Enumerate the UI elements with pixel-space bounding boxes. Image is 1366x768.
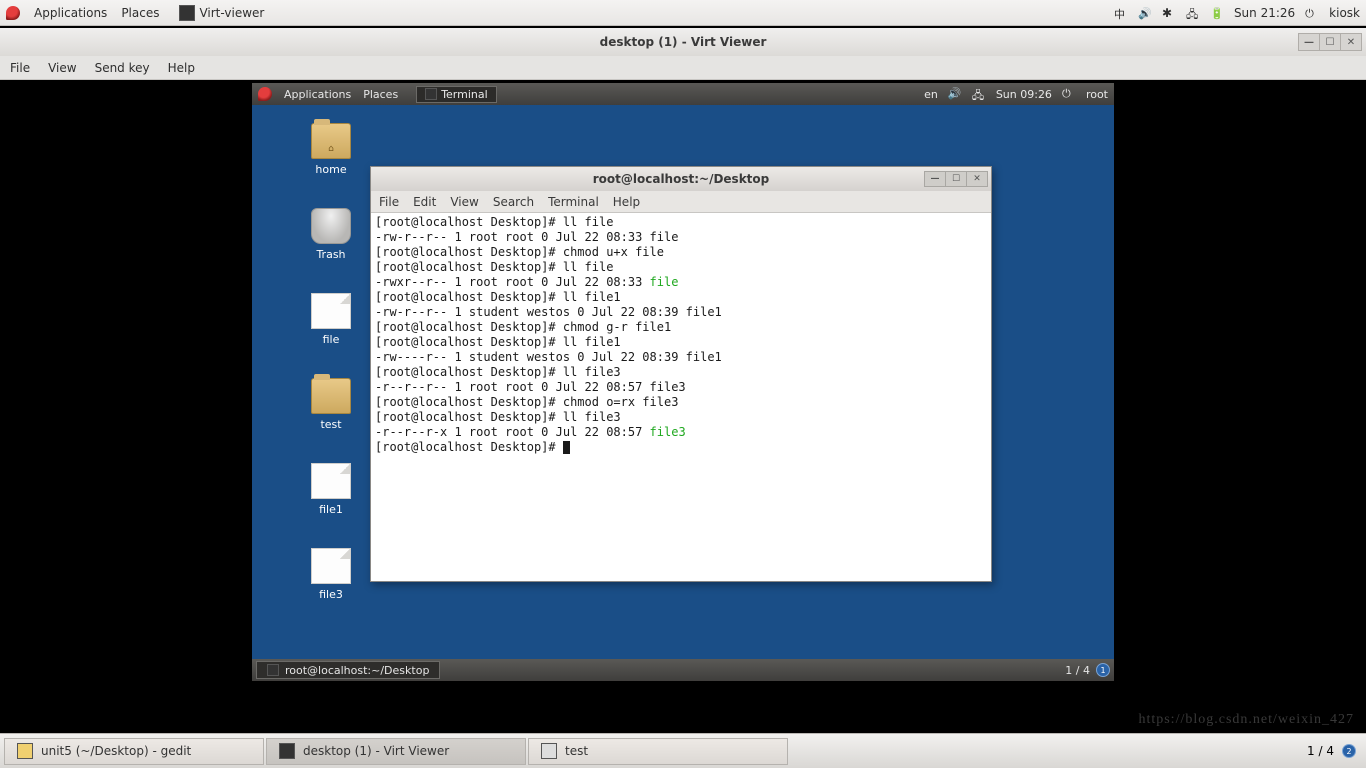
virt-viewer-window: desktop (1) - Virt Viewer — ☐ ✕ File Vie… — [0, 28, 1366, 733]
guest-distro-icon — [258, 87, 272, 101]
outer-workspace-switcher[interactable]: 2 — [1342, 744, 1356, 758]
file-manager-icon — [541, 743, 557, 759]
virt-viewer-icon — [279, 743, 295, 759]
virt-viewer-display[interactable]: Applications Places Terminal en Sun 09:2… — [0, 80, 1366, 733]
watermark-text: https://blog.csdn.net/weixin_427 — [1138, 712, 1354, 728]
places-menu[interactable]: Places — [121, 6, 159, 20]
guest-bottom-panel: root@localhost:~/Desktop 1 / 4 1 — [252, 659, 1114, 681]
taskbar-item-virt-viewer-label: desktop (1) - Virt Viewer — [303, 744, 449, 758]
menu-help[interactable]: Help — [168, 61, 195, 75]
terminal-icon — [425, 88, 437, 100]
terminal-output[interactable]: [root@localhost Desktop]# ll file-rw-r--… — [371, 213, 991, 581]
username-label[interactable]: kiosk — [1329, 6, 1360, 20]
desktop-icon-file1[interactable]: file1 — [296, 463, 366, 516]
guest-task-terminal[interactable]: Terminal — [416, 86, 497, 103]
desktop-icon-file3-label: file3 — [319, 588, 343, 601]
guest-task-terminal-label: Terminal — [441, 88, 488, 101]
taskbar-item-gedit-label: unit5 (~/Desktop) - gedit — [41, 744, 191, 758]
terminal-menu-view[interactable]: View — [450, 195, 478, 209]
outer-taskbar: unit5 (~/Desktop) - gedit desktop (1) - … — [0, 733, 1366, 768]
desktop-icon-test[interactable]: test — [296, 378, 366, 431]
guest-username-label[interactable]: root — [1086, 88, 1108, 101]
applications-menu[interactable]: Applications — [34, 6, 107, 20]
distro-icon — [6, 6, 20, 20]
menu-view[interactable]: View — [48, 61, 76, 75]
terminal-menu-edit[interactable]: Edit — [413, 195, 436, 209]
terminal-title: root@localhost:~/Desktop — [593, 172, 770, 186]
guest-taskbar-terminal[interactable]: root@localhost:~/Desktop — [256, 661, 440, 679]
desktop-icon-test-label: test — [320, 418, 341, 431]
menu-sendkey[interactable]: Send key — [95, 61, 150, 75]
desktop-icon-trash[interactable]: Trash — [296, 208, 366, 261]
guest-power-icon[interactable] — [1062, 87, 1076, 101]
terminal-window: root@localhost:~/Desktop — ☐ ✕ File Edit… — [370, 166, 992, 582]
outer-gnome-panel: Applications Places Virt-viewer Sun 21:2… — [0, 0, 1366, 26]
desktop-icon-file[interactable]: file — [296, 293, 366, 346]
guest-places-menu[interactable]: Places — [363, 88, 398, 101]
network-icon[interactable] — [1186, 6, 1200, 20]
terminal-minimize-button[interactable]: — — [924, 171, 946, 187]
trash-icon — [311, 208, 351, 244]
bluetooth-icon[interactable] — [1162, 6, 1176, 20]
terminal-icon — [267, 664, 279, 676]
file-icon — [311, 293, 351, 329]
desktop-icon-file1-label: file1 — [319, 503, 343, 516]
taskbar-item-test-label: test — [565, 744, 588, 758]
terminal-close-button[interactable]: ✕ — [966, 171, 988, 187]
guest-vm-screen: Applications Places Terminal en Sun 09:2… — [252, 83, 1114, 681]
desktop-icon-file3[interactable]: file3 — [296, 548, 366, 601]
file-icon — [311, 463, 351, 499]
volume-icon[interactable] — [1138, 6, 1152, 20]
maximize-button[interactable]: ☐ — [1319, 33, 1341, 51]
terminal-menu-file[interactable]: File — [379, 195, 399, 209]
guest-desktop-area[interactable]: ⌂ home Trash file test file1 — [252, 105, 1114, 681]
folder-icon — [311, 378, 351, 414]
virt-viewer-menubar: File View Send key Help — [0, 56, 1366, 80]
file-icon — [311, 548, 351, 584]
desktop-icon-home-label: home — [315, 163, 346, 176]
desktop-icon-trash-label: Trash — [316, 248, 345, 261]
terminal-menu-terminal[interactable]: Terminal — [548, 195, 599, 209]
guest-input-method[interactable]: en — [924, 88, 938, 101]
menu-file[interactable]: File — [10, 61, 30, 75]
terminal-maximize-button[interactable]: ☐ — [945, 171, 967, 187]
terminal-titlebar[interactable]: root@localhost:~/Desktop — ☐ ✕ — [371, 167, 991, 191]
power-icon[interactable] — [1305, 6, 1319, 20]
taskbar-virt-viewer-launcher[interactable]: Virt-viewer — [179, 5, 264, 21]
virt-viewer-titlebar[interactable]: desktop (1) - Virt Viewer — ☐ ✕ — [0, 28, 1366, 56]
guest-network-icon[interactable] — [972, 87, 986, 101]
terminal-menu-search[interactable]: Search — [493, 195, 534, 209]
guest-workspace-switcher[interactable]: 1 — [1096, 663, 1110, 677]
outer-workspace-indicator: 1 / 4 — [1307, 744, 1334, 758]
minimize-button[interactable]: — — [1298, 33, 1320, 51]
desktop-icon-file-label: file — [323, 333, 340, 346]
guest-taskbar-terminal-label: root@localhost:~/Desktop — [285, 664, 429, 677]
virt-viewer-title: desktop (1) - Virt Viewer — [600, 35, 767, 49]
gedit-icon — [17, 743, 33, 759]
close-button[interactable]: ✕ — [1340, 33, 1362, 51]
virt-viewer-icon — [179, 5, 195, 21]
guest-clock[interactable]: Sun 09:26 — [996, 88, 1052, 101]
taskbar-virt-viewer-label: Virt-viewer — [199, 6, 264, 20]
guest-gnome-panel: Applications Places Terminal en Sun 09:2… — [252, 83, 1114, 105]
clock[interactable]: Sun 21:26 — [1234, 6, 1295, 20]
battery-icon[interactable] — [1210, 6, 1224, 20]
taskbar-item-virt-viewer[interactable]: desktop (1) - Virt Viewer — [266, 738, 526, 765]
taskbar-item-gedit[interactable]: unit5 (~/Desktop) - gedit — [4, 738, 264, 765]
input-method-icon[interactable] — [1114, 6, 1128, 20]
terminal-menu-help[interactable]: Help — [613, 195, 640, 209]
desktop-icon-home[interactable]: ⌂ home — [296, 123, 366, 176]
guest-applications-menu[interactable]: Applications — [284, 88, 351, 101]
taskbar-item-test[interactable]: test — [528, 738, 788, 765]
terminal-menubar: File Edit View Search Terminal Help — [371, 191, 991, 213]
guest-volume-icon[interactable] — [948, 87, 962, 101]
folder-icon: ⌂ — [311, 123, 351, 159]
guest-workspace-indicator: 1 / 4 — [1065, 664, 1090, 677]
